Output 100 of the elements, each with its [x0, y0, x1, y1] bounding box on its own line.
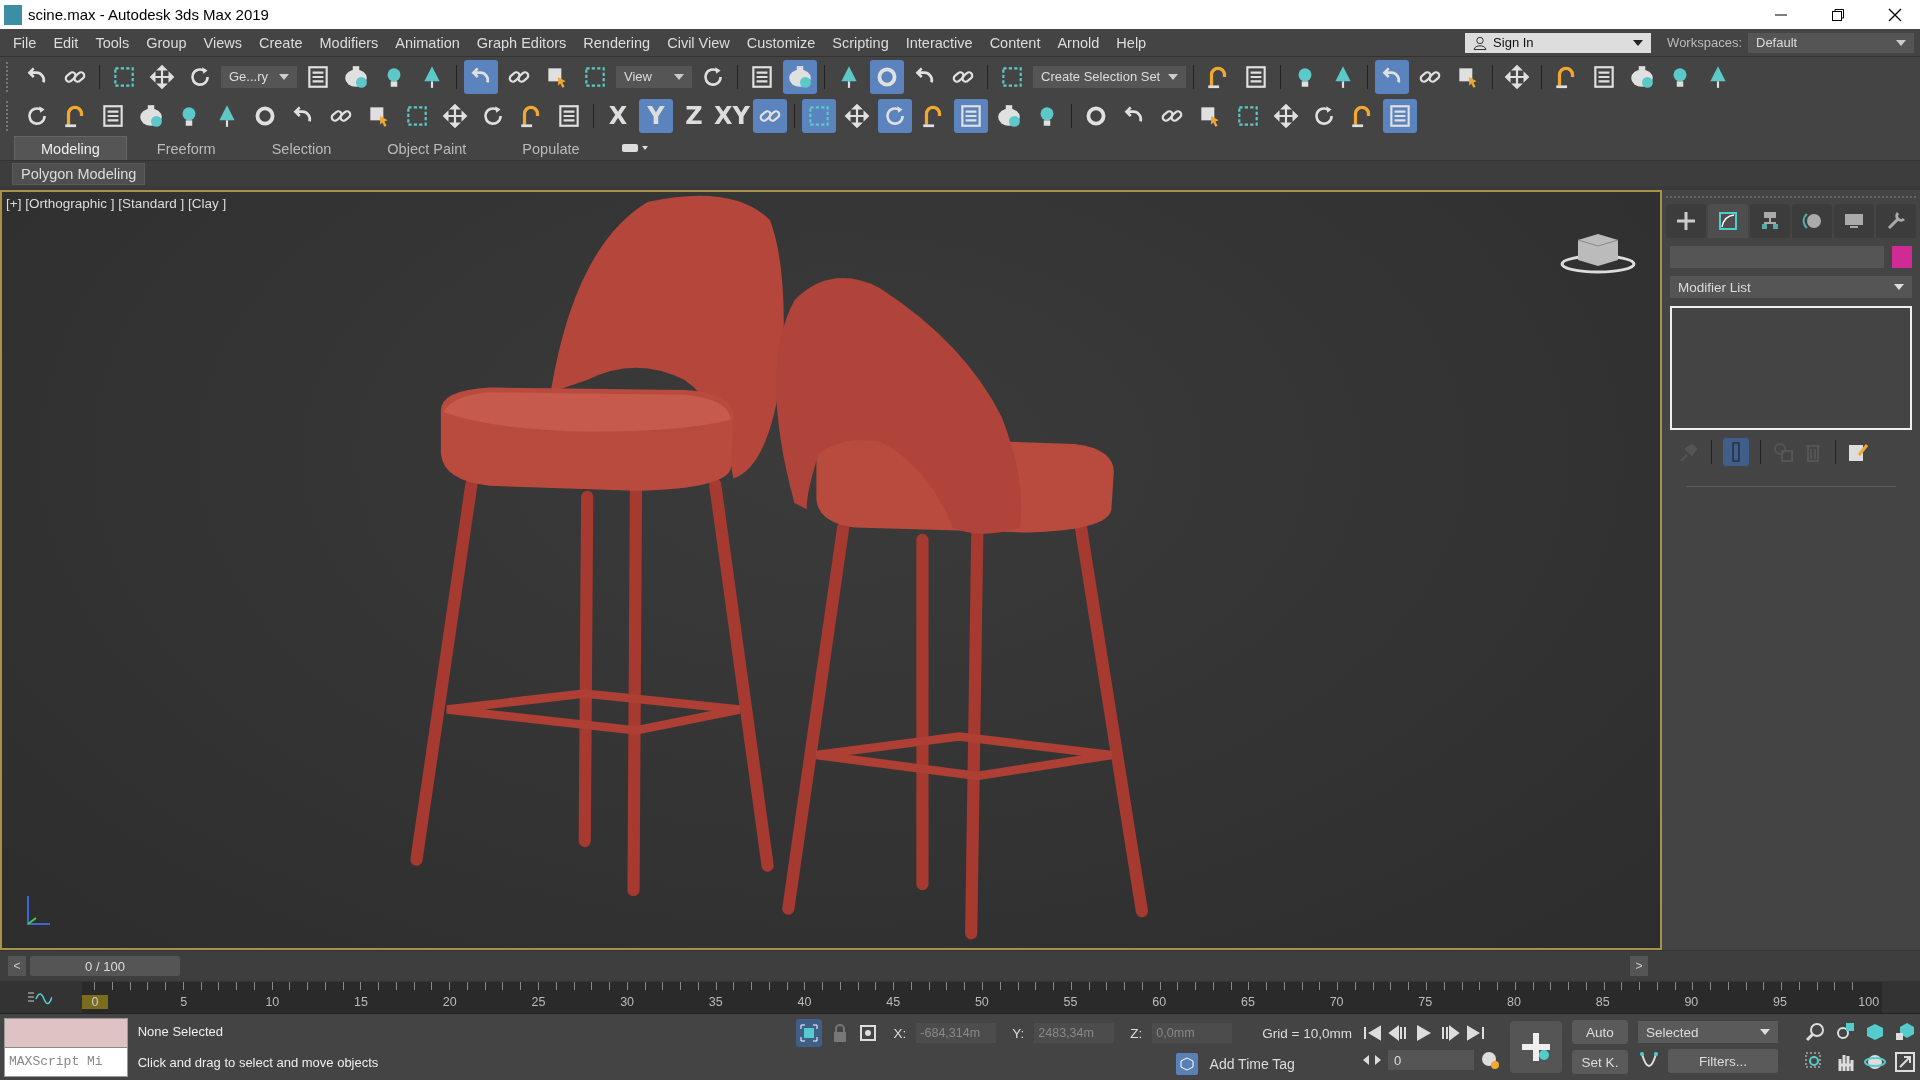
clock-gear-icon[interactable]: [1480, 1050, 1500, 1070]
frame-number: 35: [707, 994, 724, 1009]
panel-tab[interactable]: [1666, 204, 1706, 238]
menu-item[interactable]: Tools: [88, 34, 140, 51]
axis-button[interactable]: XY: [715, 98, 749, 133]
list-icon: [556, 102, 582, 129]
toolbar-button[interactable]: [954, 98, 988, 133]
edit-sets-icon[interactable]: [1847, 441, 1869, 463]
cross-arrows-icon: [149, 63, 175, 90]
ribbon-tab[interactable]: Freeform: [130, 137, 242, 160]
previous-frame-button[interactable]: <: [8, 956, 26, 976]
frame-number: 30: [619, 994, 636, 1009]
modifier-list-dropdown[interactable]: Modifier List: [1670, 276, 1912, 298]
toolbar-button[interactable]: [464, 59, 498, 94]
frame-number: 85: [1594, 994, 1611, 1009]
menu-item[interactable]: Interactive: [898, 34, 983, 51]
menu-item[interactable]: Rendering: [576, 34, 661, 51]
menu-item[interactable]: Group: [139, 34, 197, 51]
menu-item[interactable]: File: [6, 34, 47, 51]
toolbar-dropdown[interactable]: View: [616, 65, 692, 88]
set-key-mode-button[interactable]: Set K.: [1572, 1050, 1628, 1074]
toolbar-button[interactable]: [783, 59, 817, 94]
frame-number: 45: [885, 994, 902, 1009]
menu-item[interactable]: Animation: [388, 34, 470, 51]
menu-item[interactable]: Help: [1109, 34, 1157, 51]
restore-icon[interactable]: [1831, 7, 1845, 22]
key-filters-button[interactable]: Filters...: [1668, 1049, 1778, 1073]
toolbar-button[interactable]: [878, 98, 912, 133]
toolbar-dropdown[interactable]: Ge...ry: [221, 65, 297, 88]
next-key-icon[interactable]: [1440, 1025, 1460, 1041]
frame-number: 15: [353, 994, 369, 1009]
viewport-label[interactable]: [+] [Orthographic ] [Standard ] [Clay ]: [6, 196, 227, 211]
caret-icon: [674, 73, 684, 80]
list-icon: [305, 63, 331, 90]
panel-tab[interactable]: [1834, 204, 1874, 238]
menu-item[interactable]: Arnold: [1050, 34, 1110, 51]
key-filter-dropdown[interactable]: Selected: [1638, 1021, 1778, 1043]
ribbon-options-icon[interactable]: [621, 143, 648, 153]
panel-tab[interactable]: [1708, 204, 1748, 238]
axis-button[interactable]: X: [601, 98, 635, 133]
menu-item[interactable]: Create: [251, 34, 313, 51]
modifier-stack[interactable]: [1670, 306, 1912, 430]
grid-size-text: Grid = 10,0mm: [1262, 1025, 1352, 1041]
menu-item[interactable]: Content: [982, 34, 1051, 51]
ribbon-tab[interactable]: Selection: [245, 137, 358, 160]
menu-item[interactable]: Views: [196, 34, 252, 51]
maxscript-listener-field[interactable]: MAXScript Mi: [5, 1047, 127, 1076]
toolbar-button[interactable]: [753, 98, 787, 133]
axis-button[interactable]: Z: [677, 98, 711, 133]
frame-number: 40: [796, 994, 813, 1009]
caret-icon: [1760, 1029, 1770, 1035]
time-config-arrows-icon[interactable]: [1362, 1054, 1382, 1066]
z-label: Z:: [1130, 1025, 1143, 1041]
add-time-tag-button[interactable]: Add Time Tag: [1175, 1053, 1295, 1075]
panel-tab[interactable]: [1876, 204, 1916, 238]
go-to-end-icon[interactable]: [1466, 1025, 1486, 1041]
frame-number: 25: [530, 994, 547, 1009]
menu-item[interactable]: Modifiers: [312, 34, 389, 51]
toolbar-button[interactable]: [1383, 98, 1417, 133]
prompt-line: Click and drag to select and move objects: [137, 1055, 380, 1070]
workspaces-dropdown[interactable]: Default: [1748, 32, 1914, 53]
panel-tab[interactable]: [1792, 204, 1832, 238]
toolbar-button[interactable]: [870, 59, 904, 94]
previous-key-icon[interactable]: [1388, 1025, 1408, 1041]
transform-mode-icon[interactable]: [857, 1023, 878, 1043]
object-color-swatch[interactable]: [1892, 246, 1912, 268]
toolbar-dropdown[interactable]: Create Selection Set: [1033, 65, 1187, 88]
frame-number: 60: [1151, 994, 1168, 1009]
menu-item[interactable]: Civil View: [660, 34, 740, 51]
menu-item[interactable]: Customize: [739, 34, 826, 51]
time-slider-thumb[interactable]: 0 / 100: [30, 956, 180, 976]
toolbar-button[interactable]: [1375, 59, 1410, 94]
frame-number: 70: [1328, 994, 1345, 1009]
ribbon-tab[interactable]: Object Paint: [361, 137, 493, 160]
frame-number: 55: [1062, 994, 1079, 1009]
maximize-viewport-icon[interactable]: [1894, 1051, 1916, 1073]
zoom-icon[interactable]: [1804, 1021, 1826, 1043]
isolate-toggle[interactable]: [795, 1019, 822, 1047]
cube-icon[interactable]: [1864, 1021, 1886, 1043]
menu-item[interactable]: Graph Editors: [469, 34, 577, 51]
cross-arrows-icon: [442, 102, 468, 129]
close-icon[interactable]: [1888, 7, 1902, 22]
auto-key-button[interactable]: Auto: [1572, 1020, 1628, 1044]
track-bar[interactable]: 0 5 10 15 20 25 30 35 40 45 50 55 60 65 70 75 80 85 90 95 100: [82, 981, 1882, 1013]
ribbon-tab[interactable]: Populate: [496, 137, 606, 160]
caret-icon: [1633, 39, 1644, 46]
current-frame-field[interactable]: 0: [1388, 1050, 1474, 1070]
cubes-icon[interactable]: [1894, 1021, 1916, 1043]
ribbon-panel-tab[interactable]: Polygon Modeling: [12, 162, 146, 185]
next-frame-button[interactable]: >: [1630, 956, 1648, 976]
menu-item[interactable]: Scripting: [825, 34, 899, 51]
go-to-start-icon[interactable]: [1362, 1025, 1382, 1041]
toolbar-button[interactable]: [802, 98, 836, 133]
curve-editor-icon[interactable]: [26, 989, 52, 1005]
sign-in-dropdown[interactable]: Sign In: [1465, 32, 1652, 53]
menu-item[interactable]: Edit: [46, 34, 89, 51]
panel-tab[interactable]: [1750, 204, 1790, 238]
viewport[interactable]: [+] [Orthographic ] [Standard ] [Clay ]: [0, 190, 1662, 950]
ribbon-tab[interactable]: Modeling: [14, 136, 127, 160]
set-key-button[interactable]: [1510, 1021, 1562, 1073]
